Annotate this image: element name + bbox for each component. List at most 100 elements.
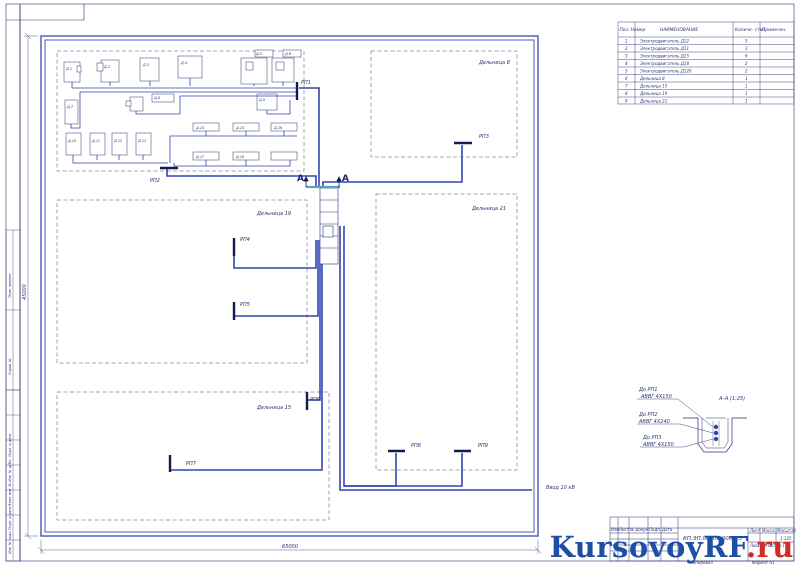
zone-19 — [56, 199, 308, 364]
electrical-plan-drawing: Инв. № подл. Подп. и дата Взам. инв. № И… — [5, 3, 797, 565]
distribution-busbars — [160, 82, 472, 472]
legend-cell-qty: 1 — [745, 76, 748, 81]
watermark-suffix: .ru — [746, 530, 794, 564]
cable-section-rp3 — [713, 436, 719, 442]
machine-label: Д-13 — [137, 139, 146, 143]
legend-cell-qty: 5 — [745, 39, 748, 44]
machine — [240, 57, 268, 85]
machine-label: Д-9 — [258, 98, 265, 102]
rp7-label: РП7 — [186, 461, 197, 467]
input-cable — [339, 226, 532, 491]
section-detail — [683, 417, 747, 453]
legend-header: Поз. Номер — [620, 27, 646, 33]
machine-part — [275, 61, 285, 71]
watermark-main: KursovoyRF — [549, 530, 747, 564]
machine — [64, 99, 79, 125]
machine-label: Д-11 — [91, 139, 100, 143]
side-stamp-label: Инв. № подл. — [8, 531, 12, 554]
legend-cell-qty: 3 — [745, 46, 748, 51]
machine-label: Д-14 — [195, 126, 204, 130]
machine — [177, 55, 203, 79]
legend-cell-pos: 9 — [625, 99, 628, 104]
zone-label-15: Дельница 15 — [256, 405, 291, 411]
rp9-label: РП9 — [478, 443, 488, 449]
zone-label-8: Дельница 8 — [478, 60, 510, 66]
machine-label: Д-5 — [255, 52, 262, 56]
legend-cell-pos: 7 — [625, 84, 628, 89]
width-dimension: 65000 — [282, 544, 298, 550]
cable-section-rp1 — [713, 424, 719, 430]
cable-to-rp1 — [299, 87, 320, 186]
machines — [63, 49, 302, 161]
legend-cell-name: Электродвигатель Д11 — [639, 46, 689, 51]
cable-to-rp8 — [343, 226, 397, 487]
machine-label: Д-16 — [273, 126, 282, 130]
legend-header: Количе- ство — [735, 27, 765, 33]
top-stamp-box — [6, 4, 85, 21]
machine-part — [125, 100, 132, 107]
machine — [100, 59, 120, 83]
sheet-frame — [5, 3, 795, 562]
side-stamp-label: Инв. № дубл. — [8, 459, 12, 482]
legend-cell-pos: 4 — [625, 61, 628, 66]
machine-part — [245, 61, 254, 71]
machine-label: Д-3 — [142, 63, 149, 67]
legend-text: Поз. Номер НАИМЕНОВАНИЕ Количе- ствоПримеч… — [620, 27, 787, 104]
legend-cell-qty: 2 — [745, 61, 748, 66]
section-cable-to: До РП1 — [638, 387, 658, 393]
rp4-label: РП4 — [240, 237, 250, 243]
legend-cell-pos: 2 — [625, 46, 628, 51]
machine-label: Д-10 — [67, 139, 76, 143]
section-cable-type: АВВГ 4Х150 — [642, 442, 674, 448]
legend-cell-name: Дельница 19 — [639, 91, 668, 96]
section-title: А–А (1:25) — [718, 396, 745, 402]
legend-header: Примечан. — [762, 27, 787, 33]
side-stamp-labels: Инв. № подл. Подп. и дата Взам. инв. № И… — [8, 273, 12, 554]
legend-cell-pos: 5 — [625, 69, 628, 74]
rp1-label: РП1 — [301, 80, 311, 86]
machine-label: Д-18 — [235, 155, 245, 159]
zone-label-19: Дельница 19 — [256, 211, 291, 217]
legend-cell-pos: 3 — [625, 54, 628, 59]
legend-cell-name: Дельница 15 — [639, 84, 668, 89]
section-cable-type: АВВГ 4Х240 — [638, 419, 670, 425]
legend-cell-pos: 1 — [625, 39, 628, 44]
height-dimension: 45000 — [22, 284, 28, 300]
watermark-logo: KursovoyRF.ru — [550, 530, 794, 564]
legend-cell-name: Электродвигатель Д18 — [639, 61, 689, 66]
section-mark-right: А — [342, 174, 349, 184]
zone-label-21: Дельница 21 — [471, 206, 506, 212]
rp3-label: РП3 — [479, 134, 489, 140]
cable-to-rp9 — [344, 453, 463, 487]
machine-label: Д-4 — [180, 61, 187, 65]
rp2-label: РП2 — [150, 178, 160, 184]
legend-cell-name: Дельница 21 — [639, 99, 667, 104]
machine — [89, 132, 106, 156]
machine — [135, 132, 152, 156]
machine — [129, 96, 144, 112]
machine-label: Д-8 — [153, 96, 161, 100]
building-walls — [40, 35, 539, 537]
rp5-label: РП5 — [240, 302, 250, 308]
section-cable-type: АВВГ 4Х150 — [640, 394, 672, 400]
section-cables — [713, 424, 719, 442]
cable-to-rp2 — [166, 168, 317, 186]
side-stamp-label: Подп. и дата — [8, 434, 12, 457]
legend-cell-qty: 2 — [745, 69, 748, 74]
machine-part — [96, 62, 104, 72]
legend-cell-pos: 8 — [625, 91, 628, 96]
legend-cell-qty: 1 — [745, 91, 748, 96]
rp8-label: РП8 — [411, 443, 421, 449]
cable-to-rp4 — [233, 240, 317, 269]
outer-frame — [5, 3, 795, 562]
machine-label: Д-6 — [284, 52, 291, 56]
machine — [139, 57, 160, 82]
machine — [111, 132, 128, 156]
legend-cell-name: Электродвигатель Д12 — [639, 39, 689, 44]
zones — [56, 50, 518, 521]
section-mark-left: А — [297, 174, 304, 184]
zone-8 — [370, 50, 518, 158]
legend-cell-qty: 1 — [745, 84, 748, 89]
zone-21 — [375, 193, 518, 471]
transformer-box — [322, 225, 334, 238]
